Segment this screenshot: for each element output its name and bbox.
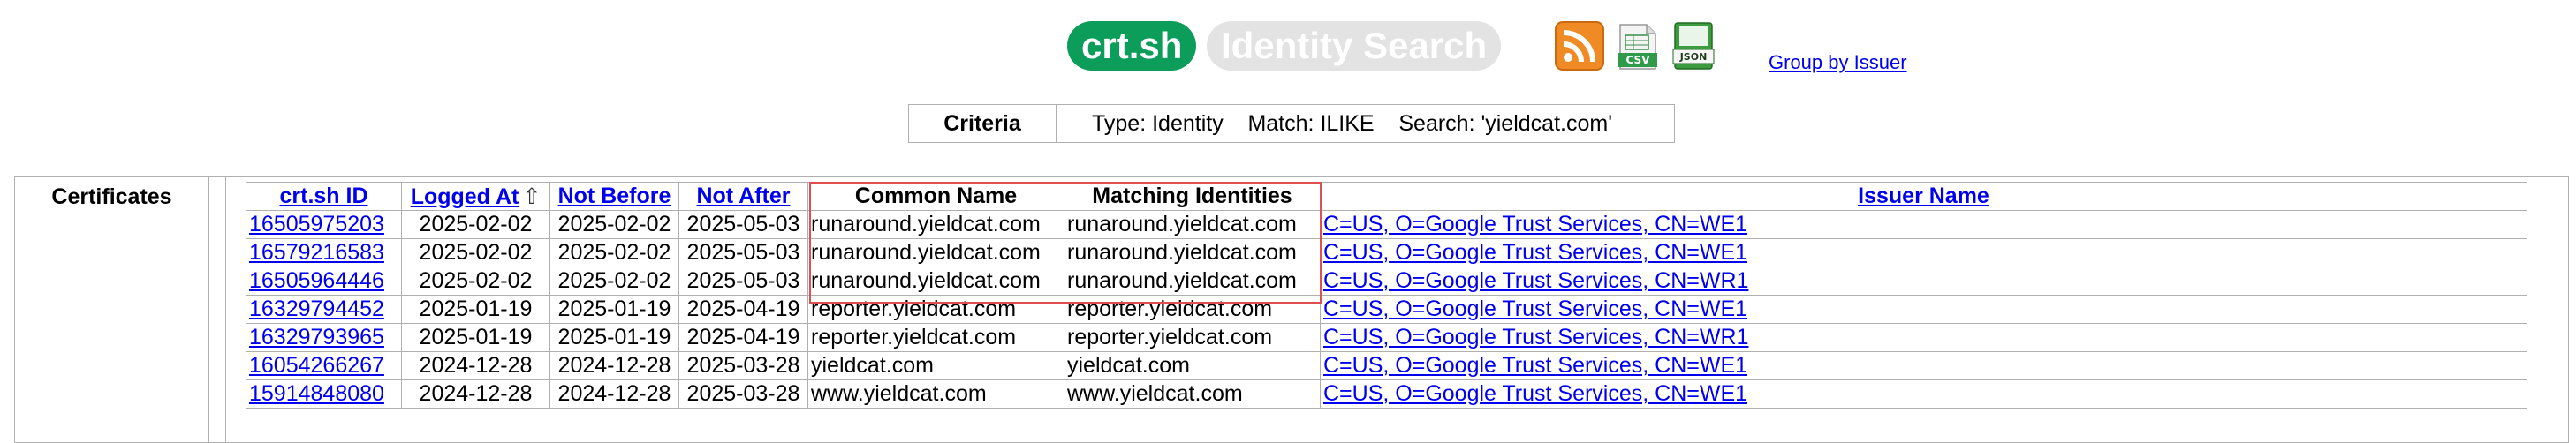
certificates-table: crt.sh ID Logged At ⇧ Not Before Not Afte… <box>246 182 2527 409</box>
issuer-cell: C=US, O=Google Trust Services, CN=WR1 <box>1320 267 2527 296</box>
criteria-label: Criteria <box>909 105 1057 142</box>
rss-icon[interactable] <box>1555 21 1604 71</box>
matching-identity-cell: www.yieldcat.com <box>1064 379 1321 409</box>
sort-not-before-link[interactable]: Not Before <box>558 184 671 208</box>
logged-at-cell: 2024-12-28 <box>401 351 550 380</box>
svg-text:CSV: CSV <box>1626 54 1651 66</box>
table-row: 16329793965 2025-01-19 2025-01-19 2025-04-1… <box>246 323 2527 352</box>
col-crtsh-id[interactable]: crt.sh ID <box>246 182 402 211</box>
matching-identity-cell: reporter.yieldcat.com <box>1064 323 1321 352</box>
crtsh-logo[interactable]: crt.sh <box>1067 21 1197 71</box>
not-before-cell: 2024-12-28 <box>549 351 679 380</box>
col-logged-at[interactable]: Logged At ⇧ <box>401 182 550 211</box>
issuer-link[interactable]: C=US, O=Google Trust Services, CN=WE1 <box>1323 297 1747 321</box>
page-header: crt.sh Identity Search CSV JSON Group by… <box>0 21 2576 74</box>
not-after-cell: 2025-05-03 <box>678 210 808 239</box>
issuer-cell: C=US, O=Google Trust Services, CN=WE1 <box>1320 351 2527 380</box>
crtsh-id-link[interactable]: 16329794452 <box>249 297 384 321</box>
issuer-link[interactable]: C=US, O=Google Trust Services, CN=WE1 <box>1323 212 1747 237</box>
issuer-link[interactable]: C=US, O=Google Trust Services, CN=WR1 <box>1323 325 1748 349</box>
logged-at-cell: 2025-02-02 <box>401 210 550 239</box>
matching-identity-cell: runaround.yieldcat.com <box>1064 210 1321 239</box>
criteria-value: Type: Identity Match: ILIKE Search: 'yie… <box>1092 110 1612 136</box>
crtsh-id-cell: 16505964446 <box>246 267 402 296</box>
crtsh-id-link[interactable]: 16505975203 <box>249 212 384 237</box>
json-icon[interactable]: JSON <box>1671 21 1716 71</box>
issuer-link[interactable]: C=US, O=Google Trust Services, CN=WE1 <box>1323 381 1747 406</box>
crtsh-id-cell: 16054266267 <box>246 351 402 380</box>
common-name-cell: reporter.yieldcat.com <box>807 323 1064 352</box>
crtsh-id-link[interactable]: 16329793965 <box>249 325 384 349</box>
not-after-cell: 2025-05-03 <box>678 267 808 296</box>
crtsh-id-link[interactable]: 16505964446 <box>249 268 384 293</box>
not-before-cell: 2025-01-19 <box>549 323 679 352</box>
sort-issuer-name-link[interactable]: Issuer Name <box>1858 184 1989 208</box>
table-row: 16505975203 2025-02-02 2025-02-02 2025-05-0… <box>246 210 2527 239</box>
table-row: 16579216583 2025-02-02 2025-02-02 2025-05-0… <box>246 238 2527 267</box>
issuer-cell: C=US, O=Google Trust Services, CN=WE1 <box>1320 295 2527 324</box>
crtsh-id-cell: 16329794452 <box>246 295 402 324</box>
logged-at-cell: 2025-01-19 <box>401 323 550 352</box>
panel-divider <box>225 177 226 442</box>
crtsh-id-link[interactable]: 16579216583 <box>249 240 384 265</box>
issuer-link[interactable]: C=US, O=Google Trust Services, CN=WE1 <box>1323 240 1747 265</box>
not-before-cell: 2024-12-28 <box>549 379 679 409</box>
crtsh-id-cell: 16329793965 <box>246 323 402 352</box>
identity-search-title: Identity Search <box>1207 21 1502 71</box>
not-after-cell: 2025-03-28 <box>678 351 808 380</box>
col-not-before[interactable]: Not Before <box>549 182 679 211</box>
crtsh-id-cell: 16505975203 <box>246 210 402 239</box>
criteria-box: Criteria Type: Identity Match: ILIKE Sea… <box>908 104 1675 143</box>
table-header-row: crt.sh ID Logged At ⇧ Not Before Not Afte… <box>246 182 2527 211</box>
issuer-cell: C=US, O=Google Trust Services, CN=WE1 <box>1320 238 2527 267</box>
csv-icon[interactable]: CSV <box>1617 23 1659 71</box>
common-name-cell: runaround.yieldcat.com <box>807 238 1064 267</box>
common-name-cell: yieldcat.com <box>807 351 1064 380</box>
table-row: 15914848080 2024-12-28 2024-12-28 2025-03-2… <box>246 379 2527 409</box>
not-after-cell: 2025-04-19 <box>678 323 808 352</box>
common-name-cell: runaround.yieldcat.com <box>807 267 1064 296</box>
group-by-issuer-link[interactable]: Group by Issuer <box>1769 51 1907 74</box>
svg-text:JSON: JSON <box>1679 51 1708 63</box>
sort-arrow-icon: ⇧ <box>522 184 542 209</box>
sort-not-after-link[interactable]: Not After <box>696 184 790 208</box>
crtsh-id-cell: 15914848080 <box>246 379 402 409</box>
crtsh-id-link[interactable]: 15914848080 <box>249 381 384 406</box>
issuer-cell: C=US, O=Google Trust Services, CN=WE1 <box>1320 210 2527 239</box>
matching-identity-cell: reporter.yieldcat.com <box>1064 295 1321 324</box>
issuer-cell: C=US, O=Google Trust Services, CN=WE1 <box>1320 379 2527 409</box>
col-matching-identities: Matching Identities <box>1064 182 1321 211</box>
matching-identity-cell: yieldcat.com <box>1064 351 1321 380</box>
not-after-cell: 2025-04-19 <box>678 295 808 324</box>
not-after-cell: 2025-05-03 <box>678 238 808 267</box>
matching-identity-cell: runaround.yieldcat.com <box>1064 238 1321 267</box>
crtsh-id-link[interactable]: 16054266267 <box>249 353 384 378</box>
table-row: 16054266267 2024-12-28 2024-12-28 2025-03-2… <box>246 351 2527 380</box>
common-name-cell: reporter.yieldcat.com <box>807 295 1064 324</box>
table-row: 16505964446 2025-02-02 2025-02-02 2025-05-0… <box>246 267 2527 296</box>
sort-logged-at-link[interactable]: Logged At <box>411 184 519 209</box>
issuer-link[interactable]: C=US, O=Google Trust Services, CN=WE1 <box>1323 353 1747 378</box>
crtsh-id-cell: 16579216583 <box>246 238 402 267</box>
not-after-cell: 2025-03-28 <box>678 379 808 409</box>
not-before-cell: 2025-02-02 <box>549 210 679 239</box>
logged-at-cell: 2025-02-02 <box>401 267 550 296</box>
logged-at-cell: 2025-02-02 <box>401 238 550 267</box>
col-not-after[interactable]: Not After <box>678 182 808 211</box>
matching-identity-cell: runaround.yieldcat.com <box>1064 267 1321 296</box>
not-before-cell: 2025-02-02 <box>549 267 679 296</box>
col-issuer-name[interactable]: Issuer Name <box>1320 182 2527 211</box>
sort-crtsh-id-link[interactable]: crt.sh ID <box>279 184 367 208</box>
logged-at-cell: 2024-12-28 <box>401 379 550 409</box>
table-row: 16329794452 2025-01-19 2025-01-19 2025-04-1… <box>246 295 2527 324</box>
common-name-cell: www.yieldcat.com <box>807 379 1064 409</box>
col-common-name: Common Name <box>807 182 1064 211</box>
logged-at-cell: 2025-01-19 <box>401 295 550 324</box>
not-before-cell: 2025-01-19 <box>549 295 679 324</box>
issuer-link[interactable]: C=US, O=Google Trust Services, CN=WR1 <box>1323 268 1748 293</box>
not-before-cell: 2025-02-02 <box>549 238 679 267</box>
common-name-cell: runaround.yieldcat.com <box>807 210 1064 239</box>
certificates-label: Certificates <box>15 177 209 442</box>
issuer-cell: C=US, O=Google Trust Services, CN=WR1 <box>1320 323 2527 352</box>
